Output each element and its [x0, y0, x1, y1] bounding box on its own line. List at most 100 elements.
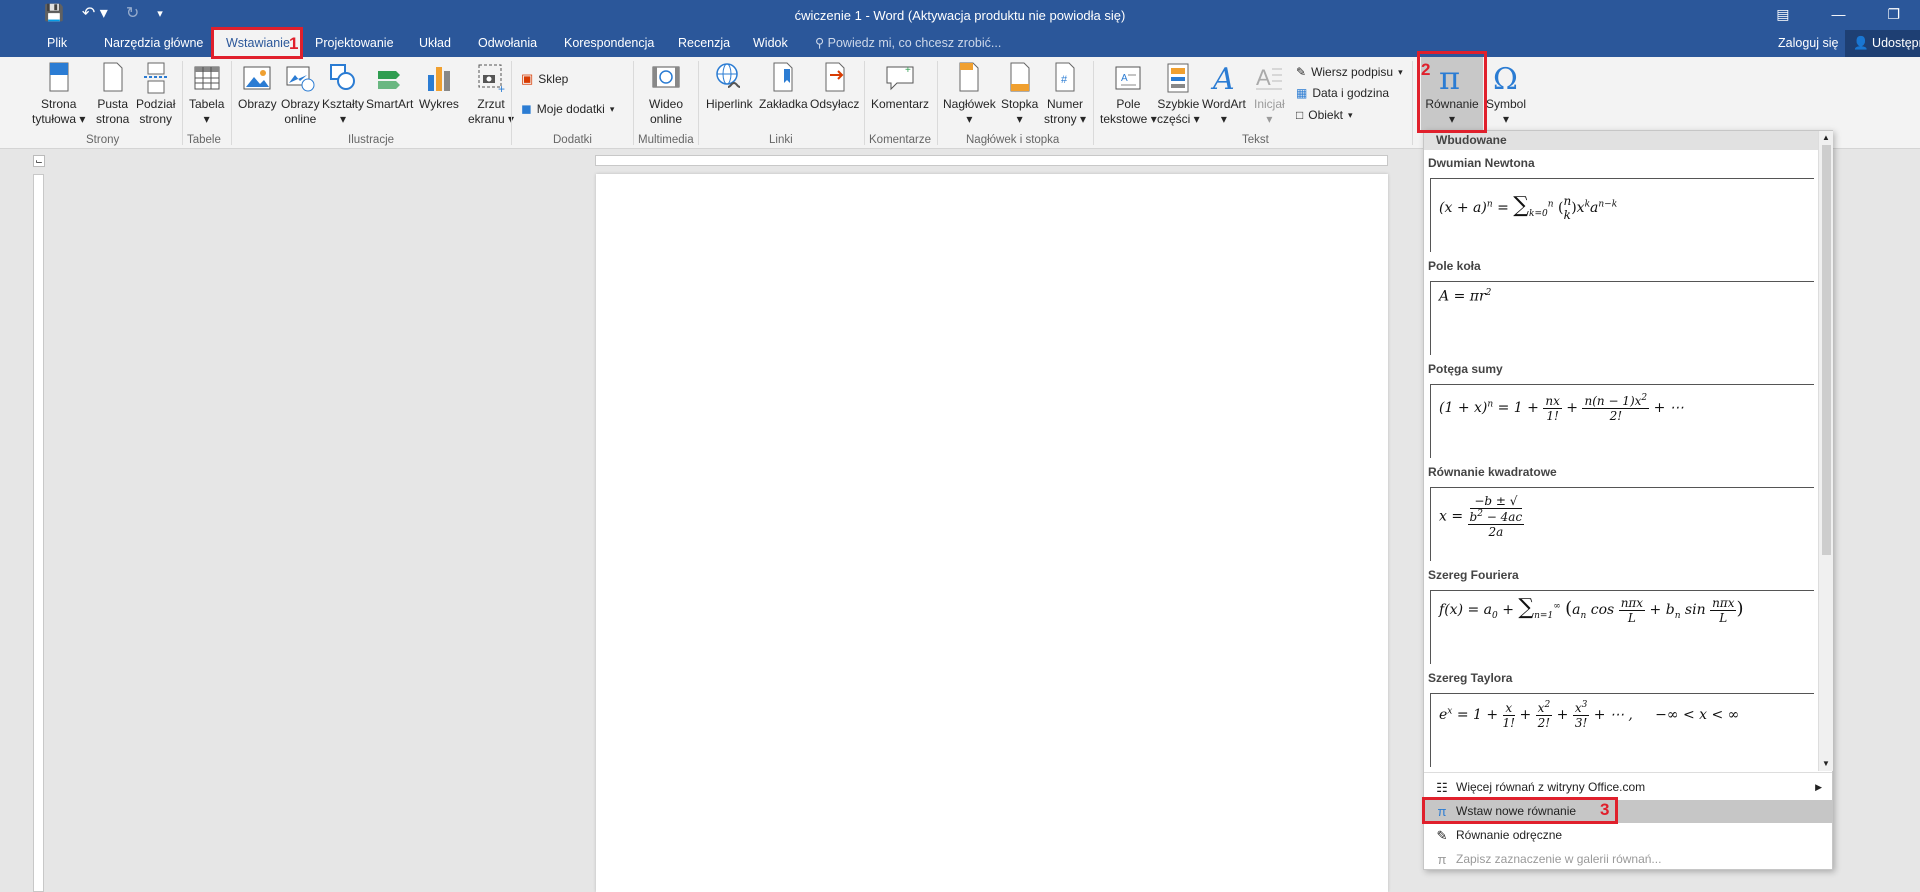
separator [937, 61, 938, 145]
tell-me-text: Powiedz mi, co chcesz zrobić... [827, 36, 1002, 50]
screenshot-label-2: ekranu [468, 112, 505, 126]
separator [511, 61, 512, 145]
online-video-label-1: Wideo [649, 97, 684, 111]
header-button[interactable]: Nagłówek ▾ [943, 61, 996, 127]
online-pictures-label-2: online [284, 112, 317, 126]
comment-label: Komentarz [871, 97, 930, 111]
chart-icon [427, 67, 450, 91]
signature-line-button[interactable]: ✎ Wiersz podpisu ▾ [1296, 65, 1403, 79]
group-label-dodatki: Dodatki [553, 134, 592, 146]
table-icon [194, 66, 220, 90]
my-addins-button[interactable]: ◼ Moje dodatki ▾ [521, 101, 614, 117]
svg-text:A: A [1210, 62, 1235, 95]
page-number-button[interactable]: # Numer strony ▾ [1044, 61, 1086, 127]
eq-sum-power[interactable]: (1 + x)n = 1 + nx 1! + n(n − 1)x2 2! + ⋯ [1430, 384, 1814, 458]
eq-taylor[interactable]: ex = 1 + x 1! + x2 2! + x3 3! + ⋯ , −∞ < x … [1430, 693, 1814, 767]
restore-icon[interactable]: ❐ [1887, 6, 1900, 23]
gallery-scrollbar[interactable]: ▲ ▼ [1818, 131, 1833, 771]
separator [231, 61, 232, 145]
wordart-button[interactable]: A WordArt ▾ [1202, 61, 1246, 127]
tab-widok[interactable]: Widok [753, 30, 788, 57]
screenshot-button[interactable]: + Zrzut ekranu ▾ [468, 61, 514, 127]
annotation-label-3: 3 [1600, 800, 1610, 819]
symbol-button[interactable]: Ω Symbol ▾ [1486, 61, 1526, 127]
eq-title: Potęga sumy [1428, 362, 1503, 376]
chevron-right-icon: ▶ [1815, 782, 1822, 792]
minimize-icon[interactable]: — [1831, 6, 1845, 23]
tab-uklad[interactable]: Układ [419, 30, 451, 57]
chart-label: Wykres [419, 97, 459, 111]
bookmark-button[interactable]: Zakładka [759, 61, 808, 112]
shapes-icon [330, 64, 355, 90]
group-label-ilustracje: Ilustracje [348, 134, 395, 146]
quick-parts-button[interactable]: Szybkie części ▾ [1157, 61, 1200, 127]
online-video-icon [652, 66, 680, 88]
comment-button[interactable]: + Komentarz [871, 61, 929, 112]
screenshot-icon: + [478, 64, 505, 95]
page-number-label-2: strony [1044, 112, 1077, 126]
title-bar: 💾 ↶ ▾ ↻ ▾ ćwiczenie 1 - Word (Aktywacja … [0, 0, 1920, 30]
group-label-tekst: Tekst [1242, 134, 1269, 146]
tab-narzedzia-glowne[interactable]: Narzędzia główne [104, 30, 203, 57]
scrollbar-thumb[interactable] [1822, 145, 1831, 555]
blank-page-label-2: strona [96, 112, 130, 126]
pictures-icon [243, 66, 271, 90]
cover-page-button[interactable]: Strona tytułowa ▾ [32, 61, 85, 127]
header-label: Nagłówek [943, 97, 996, 111]
symbol-label: Symbol [1486, 97, 1527, 111]
text-box-label-2: tekstowe [1100, 112, 1148, 126]
ink-equation-label: Równanie odręczne [1456, 828, 1563, 842]
office-equation-icon: ☷ [1436, 780, 1448, 795]
text-box-button[interactable]: A Pole tekstowe ▾ [1100, 61, 1157, 127]
horizontal-ruler[interactable] [595, 155, 1388, 166]
date-time-button[interactable]: ▦ Data i godzina [1296, 86, 1389, 100]
chart-button[interactable]: Wykres [419, 61, 459, 112]
vertical-ruler[interactable] [33, 174, 44, 892]
cross-reference-button[interactable]: Odsyłacz [810, 61, 859, 112]
eq-quadratic[interactable]: x = −b ± √ b2 − 4ac 2a [1430, 487, 1814, 561]
online-pictures-label-1: Obrazy [281, 97, 320, 111]
drop-cap-button[interactable]: A Inicjał ▾ [1254, 61, 1285, 127]
signature-line-icon: ✎ [1296, 65, 1307, 79]
svg-text:A: A [1121, 73, 1128, 84]
page-break-button[interactable]: Podział strony [136, 61, 175, 127]
blank-page-button[interactable]: Pusta strona [96, 61, 129, 127]
shapes-label: Kształty [322, 97, 365, 111]
my-addins-icon: ◼ [521, 101, 532, 116]
tab-odwolania[interactable]: Odwołania [478, 30, 537, 57]
tab-plik[interactable]: Plik [47, 30, 67, 57]
hyperlink-button[interactable]: Hiperlink [706, 61, 753, 112]
sign-in-link[interactable]: Zaloguj się [1778, 30, 1838, 57]
ink-equation-item[interactable]: ✎ Równanie odręczne [1424, 824, 1832, 847]
tab-projektowanie[interactable]: Projektowanie [315, 30, 394, 57]
table-button[interactable]: Tabela ▾ [189, 61, 224, 127]
object-button[interactable]: □ Obiekt ▾ [1296, 108, 1352, 122]
store-button[interactable]: ▣ Sklep [521, 71, 568, 87]
save-selection-item: π Zapisz zaznaczenie w galerii równań... [1424, 848, 1832, 871]
online-video-label-2: online [649, 112, 683, 126]
eq-fourier[interactable]: f(x) = a0 + ∑n=1∞ (an cos nπx L + bn sin … [1430, 590, 1814, 664]
tab-korespondencja[interactable]: Korespondencja [564, 30, 654, 57]
document-page[interactable] [596, 174, 1388, 892]
share-button[interactable]: 👤 Udostępnij [1845, 30, 1920, 57]
cover-page-label-2: tytułowa [32, 112, 77, 126]
online-video-button[interactable]: Wideo online [649, 61, 683, 127]
scroll-up-icon[interactable]: ▲ [1822, 133, 1830, 142]
online-pictures-button[interactable]: Obrazy online [281, 61, 320, 127]
ribbon-display-icon[interactable]: ▤ [1776, 6, 1789, 23]
scroll-down-icon[interactable]: ▼ [1822, 759, 1830, 768]
tell-me-input[interactable]: ⚲ Powiedz mi, co chcesz zrobić... [815, 30, 1001, 57]
eq-circle-area[interactable]: A = πr2 [1430, 281, 1814, 355]
tab-recenzja[interactable]: Recenzja [678, 30, 730, 57]
ruler-corner[interactable]: ⌙ [33, 155, 45, 167]
eq-binomial[interactable]: (x + a)n = ∑k=0n (n k)xkan−k [1430, 178, 1814, 252]
shapes-button[interactable]: Kształty ▾ [322, 61, 364, 127]
ink-equation-icon: ✎ [1436, 828, 1448, 843]
cover-page-icon [49, 62, 69, 92]
smartart-button[interactable]: SmartArt [366, 61, 413, 112]
more-equations-item[interactable]: ☷ Więcej równań z witryny Office.com ▶ [1424, 776, 1832, 799]
footer-button[interactable]: Stopka ▾ [1001, 61, 1038, 127]
table-label: Tabela [189, 97, 225, 111]
window-controls: ▤ — ❐ [1776, 6, 1900, 23]
pictures-button[interactable]: Obrazy [238, 61, 277, 112]
